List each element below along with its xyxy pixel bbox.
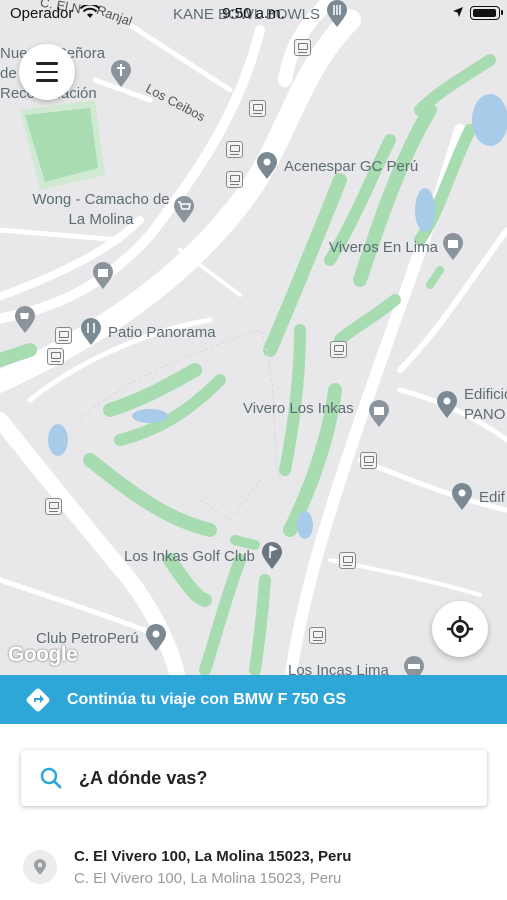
shopping-bag-icon [369,400,389,427]
search-placeholder: ¿A dónde vas? [79,767,208,788]
shopping-bag-icon [442,233,463,260]
poi-label: Wong - Camacho de La Molina [32,191,170,228]
poi-label: Vivero Los Inkas [243,400,354,417]
bus-stop-icon [360,452,377,469]
poi-los-incas-lima[interactable]: Los Incas Lima [288,656,425,675]
route-diamond-icon [26,688,50,711]
poi-los-inkas-golf-club[interactable]: Los Inkas Golf Club [124,542,283,570]
status-time: 9:50 a.m. [222,5,285,22]
map-view[interactable]: Operador 9:50 a.m. Los Ceibos C. El N Ra… [0,0,507,675]
poi-wong[interactable]: Wong - Camacho de La Molina [31,190,195,230]
menu-button[interactable] [19,44,75,100]
poi-patio-panorama[interactable]: Patio Panorama [80,318,216,346]
hamburger-icon [36,59,58,85]
status-bar: Operador 9:50 a.m. [0,0,507,26]
recent-destination-item[interactable]: C. El Vivero 100, La Molina 15023, Peru … [23,842,493,892]
poi-edif[interactable]: Edif [451,483,505,511]
poi-label: Los Inkas Golf Club [124,547,255,565]
place-pin-icon [452,483,472,510]
shopping-cart-icon [174,196,194,223]
continue-trip-banner[interactable]: Continúa tu viaje con BMW F 750 GS [0,675,507,724]
place-pin-icon [145,624,166,651]
poi-edificio-pano[interactable]: Edificio PANO [436,385,507,425]
hotel-icon [403,656,424,675]
bus-stop-icon [226,141,243,158]
battery-icon [470,6,503,20]
restaurant-icon [81,318,101,345]
recent-destination-title: C. El Vivero 100, La Molina 15023, Peru [74,847,352,865]
crosshair-icon [447,616,473,642]
bus-stop-icon [47,348,64,365]
church-icon [111,60,131,87]
place-pin-icon [257,152,277,179]
bus-stop-icon [294,39,311,56]
poi-label: Viveros En Lima [329,238,438,256]
location-arrow-icon [453,7,463,17]
poi-label: Los Incas Lima [288,661,389,676]
bus-stop-icon [309,627,326,644]
golf-icon [261,542,282,569]
google-logo: Google [8,643,78,666]
bus-stop-icon [55,327,72,344]
recent-destination-subtitle: C. El Vivero 100, La Molina 15023, Peru [74,869,342,887]
cafe-icon [15,306,35,333]
bus-stop-icon [249,100,266,117]
bus-stop-icon [330,341,347,358]
search-icon [40,767,62,789]
poi-viveros[interactable]: Viveros En Lima [329,233,464,261]
destination-search-field[interactable]: ¿A dónde vas? [21,750,487,806]
bus-stop-icon [339,552,356,569]
bus-stop-icon [226,171,243,188]
bottom-sheet: ¿A dónde vas? C. El Vivero 100, La Molin… [0,724,507,900]
poi-label: Acenespar GC Perú [284,157,419,175]
poi-vivero-los-inkas[interactable]: Vivero Los Inkas [243,400,354,417]
poi-label: Patio Panorama [108,323,216,341]
poi-label: Edificio PANO [464,386,507,423]
banner-text: Continúa tu viaje con BMW F 750 GS [67,690,347,708]
place-pin-icon [23,850,57,884]
my-location-button[interactable] [432,601,488,657]
poi-acenespar[interactable]: Acenespar GC Perú [256,152,418,180]
bus-stop-icon [45,498,62,515]
place-pin-icon [437,391,457,418]
poi-label: Edif [479,488,505,506]
shopping-bag-icon [93,262,113,289]
